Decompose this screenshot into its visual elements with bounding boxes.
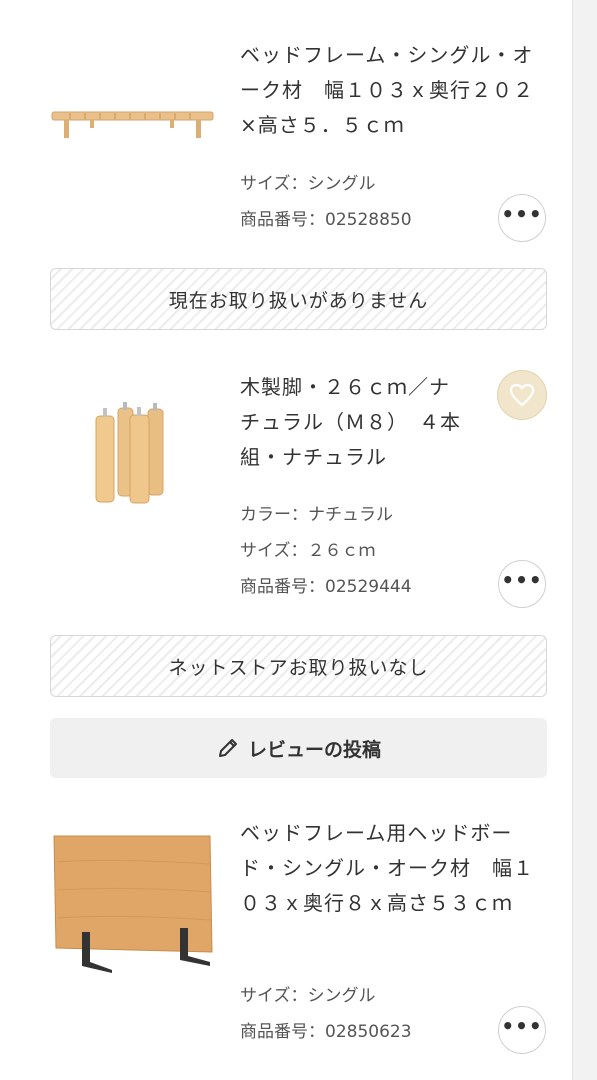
heart-icon xyxy=(509,383,535,407)
product-code: 商品番号：02529444 xyxy=(240,577,412,597)
product-color: カラー：ナチュラル xyxy=(240,505,393,525)
more-dots-icon: ••• xyxy=(501,1014,543,1038)
product-title[interactable]: 木製脚・２６ｃｍ／ナチュラル（Ｍ８） ４本組・ナチュラル xyxy=(240,370,470,475)
product-size: サイズ：２６ｃｍ xyxy=(240,541,376,561)
product-image-headboard[interactable] xyxy=(52,832,214,974)
product-image-bed-frame[interactable] xyxy=(50,100,215,145)
pencil-icon xyxy=(218,739,237,757)
write-review-button[interactable]: レビューの投稿 xyxy=(50,718,547,778)
more-options-button[interactable]: ••• xyxy=(498,560,546,608)
product-code: 商品番号：02528850 xyxy=(240,210,412,230)
review-button-label: レビューの投稿 xyxy=(247,738,381,761)
more-dots-icon: ••• xyxy=(501,568,543,592)
product-size: サイズ：シングル xyxy=(240,986,376,1006)
product-title[interactable]: ベッドフレーム・シングル・オーク材 幅１０３ｘ奥行２０２×高さ５．５ｃｍ xyxy=(240,38,540,143)
favorite-button[interactable] xyxy=(497,370,547,420)
availability-notice: 現在お取り扱いがありません xyxy=(50,268,547,330)
more-options-button[interactable]: ••• xyxy=(498,1006,546,1054)
product-title[interactable]: ベッドフレーム用ヘッドボード・シングル・オーク材 幅１０３ｘ奥行８ｘ高さ５３ｃｍ xyxy=(240,816,540,921)
more-options-button[interactable]: ••• xyxy=(498,194,546,242)
purchase-history-list: ベッドフレーム・シングル・オーク材 幅１０３ｘ奥行２０２×高さ５．５ｃｍ サイズ… xyxy=(0,0,573,1080)
product-size: サイズ：シングル xyxy=(240,174,376,194)
product-code: 商品番号：02850623 xyxy=(240,1022,412,1042)
more-dots-icon: ••• xyxy=(501,202,543,226)
product-image-wooden-legs[interactable] xyxy=(92,400,172,506)
availability-notice: ネットストアお取り扱いなし xyxy=(50,635,547,697)
